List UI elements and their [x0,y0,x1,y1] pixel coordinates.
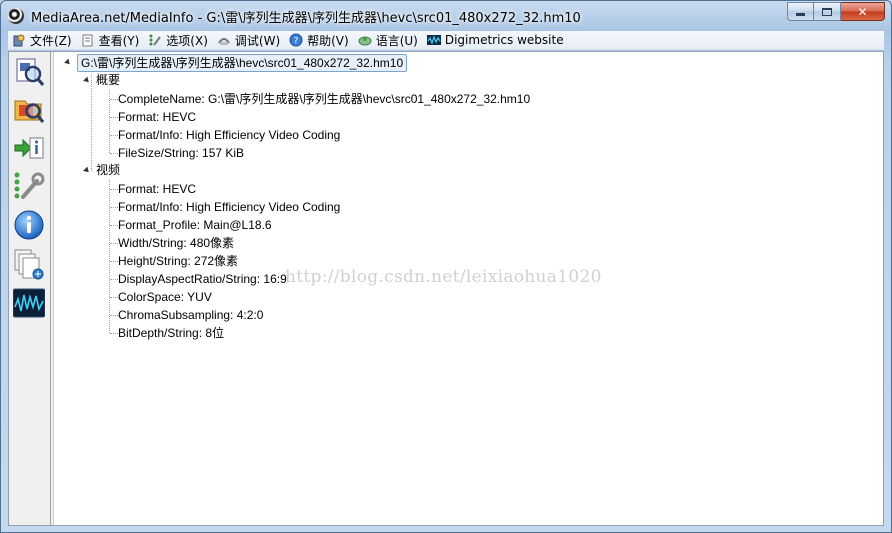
tree-item[interactable]: Format: HEVC [118,109,196,125]
menu-options-label: 选项(X) [166,33,208,48]
about-icon [14,210,44,240]
about-button[interactable] [13,209,45,241]
tree-item[interactable]: Format: HEVC [118,181,196,197]
menu-digimetrics-label: Digimetrics website [444,33,564,47]
tree-item[interactable]: Height/String: 272像素 [118,253,238,269]
menu-digimetrics-website[interactable]: Digimetrics website [423,31,569,50]
tree-item[interactable]: CompleteName: G:\雷\序列生成器\序列生成器\hevc\src0… [118,91,530,107]
tree-item[interactable]: ChromaSubsampling: 4:2:0 [118,307,263,323]
tree-item[interactable]: Width/String: 480像素 [118,235,234,251]
menu-debug-label: 调试(W) [234,33,281,48]
tree-connector [110,153,118,154]
tree-item[interactable]: BitDepth/String: 8位 [118,325,224,341]
tree-item[interactable]: Format/Info: High Efficiency Video Codin… [118,127,340,143]
digimetrics-logo-icon [13,288,45,318]
help-icon: ? [289,33,303,47]
collapse-general-icon[interactable] [83,76,91,85]
tree-section-video[interactable]: 视频 [96,162,120,178]
maximize-button[interactable] [814,2,841,21]
menu-options[interactable]: 选项(X) [144,31,213,50]
tree-item[interactable]: DisplayAspectRatio/String: 16:9 [118,271,287,287]
tree-connector [110,261,118,262]
menu-view-label: 查看(Y) [98,33,140,48]
collapse-video-icon[interactable] [83,166,91,175]
export-icon [14,137,44,159]
tree-connector [110,297,118,298]
digimetrics-icon [426,35,441,45]
open-folder-icon [14,100,45,123]
options-icon [149,34,162,46]
close-button[interactable]: ✕ [841,2,885,21]
tree-item[interactable]: ColorSpace: YUV [118,289,212,305]
preferences-button[interactable] [13,170,45,202]
left-toolbar [9,52,51,525]
menu-help-label: 帮助(V) [307,33,349,48]
menu-help[interactable]: ? 帮助(V) [285,31,354,50]
tree-connector [110,243,118,244]
view-icon [82,34,93,47]
preferences-icon [14,172,45,199]
sheet-view-icon [14,249,44,280]
digimetrics-button[interactable] [13,287,45,319]
mediainfo-app-icon[interactable] [8,8,24,24]
debug-icon [218,38,230,45]
minimize-icon [796,13,805,16]
language-icon [358,36,372,46]
open-file-icon [16,58,45,86]
menu-language-label: 语言(U) [375,33,418,48]
open-file-button[interactable] [13,55,45,87]
tree-connector [110,333,118,334]
tree-connector [110,135,118,136]
tree-root-file[interactable]: G:\雷\序列生成器\序列生成器\hevc\src01_480x272_32.h… [77,54,408,72]
minimize-button[interactable] [787,2,814,21]
window-title: MediaArea.net/MediaInfo - G:\雷\序列生成器\序列生… [31,11,581,26]
collapse-root-icon[interactable] [64,58,72,67]
menu-language[interactable]: 语言(U) [354,31,423,50]
tree-item[interactable]: Format/Info: High Efficiency Video Codin… [118,199,340,215]
sheet-view-button[interactable] [13,248,45,280]
file-icon [13,34,25,47]
menu-file[interactable]: 文件(Z) [8,31,77,50]
tree-section-general[interactable]: 概要 [96,72,120,88]
svg-text:?: ? [294,37,299,47]
tree-connector [110,315,118,316]
caption-buttons: ✕ [787,2,885,21]
menu-file-label: 文件(Z) [30,33,72,48]
client-area: G:\雷\序列生成器\序列生成器\hevc\src01_480x272_32.h… [8,51,884,526]
tree-connector [91,74,92,171]
tree-connector [110,279,118,280]
menu-debug[interactable]: 调试(W) [213,31,285,50]
tree-connector [110,117,118,118]
menu-view[interactable]: 查看(Y) [77,31,145,50]
tree-connector [110,189,118,190]
tree-connector [110,99,118,100]
maximize-icon [822,7,832,16]
tree-connector [109,180,110,333]
blog-watermark: http://blog.csdn.net/leixiaohua1020 [285,267,602,287]
tree-connector [110,225,118,226]
tree-item[interactable]: FileSize/String: 157 KiB [118,145,244,161]
export-button[interactable] [13,132,45,164]
app-window: MediaArea.net/MediaInfo - G:\雷\序列生成器\序列生… [0,0,892,533]
menu-bar: 文件(Z) 查看(Y) 选项(X) 调试(W) ? 帮助(V) 语言(U) Di… [8,31,884,50]
close-icon: ✕ [857,4,868,19]
title-bar[interactable]: MediaArea.net/MediaInfo - G:\雷\序列生成器\序列生… [1,1,891,31]
tree-view[interactable]: G:\雷\序列生成器\序列生成器\hevc\src01_480x272_32.h… [53,52,883,525]
tree-item[interactable]: Format_Profile: Main@L18.6 [118,217,272,233]
tree-connector [110,207,118,208]
open-folder-button[interactable] [13,93,45,125]
